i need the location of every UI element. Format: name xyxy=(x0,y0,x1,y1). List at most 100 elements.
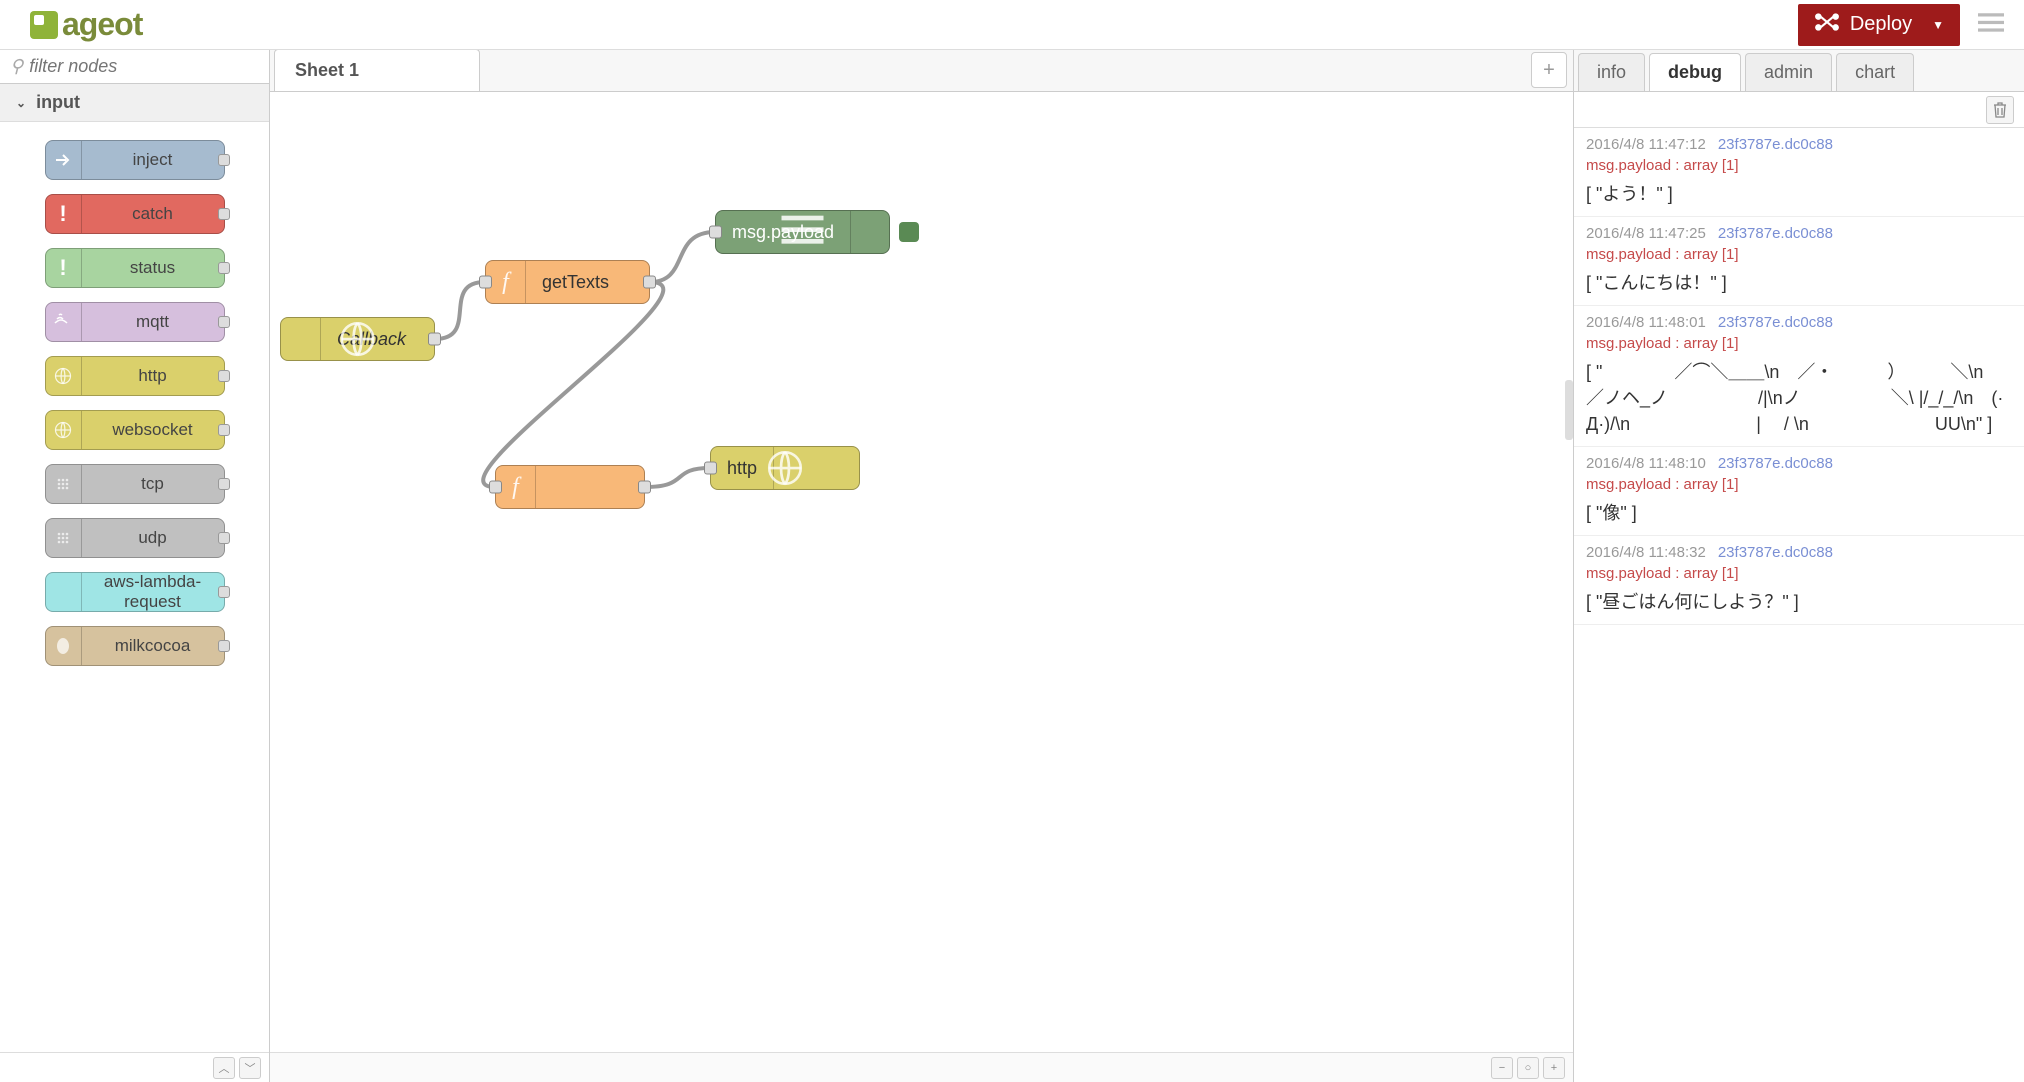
debug-message: 2016/4/8 11:48:0123f3787e.dc0c88msg.payl… xyxy=(1574,306,2024,447)
debug-message: 2016/4/8 11:47:1223f3787e.dc0c88msg.payl… xyxy=(1574,128,2024,217)
node-label: milkcocoa xyxy=(82,636,224,656)
logo-text: ageot xyxy=(62,6,142,43)
output-port xyxy=(218,532,230,544)
globe-icon xyxy=(773,447,813,489)
palette-node-mqtt[interactable]: mqtt xyxy=(45,302,225,342)
node-label: status xyxy=(82,258,224,278)
tab-admin[interactable]: admin xyxy=(1745,53,1832,91)
output-port[interactable] xyxy=(428,333,441,346)
node-label: websocket xyxy=(82,420,224,440)
category-label: input xyxy=(36,92,80,113)
input-port[interactable] xyxy=(479,276,492,289)
flow-node-gettexts[interactable]: f getTexts xyxy=(485,260,650,304)
palette-node-inject[interactable]: inject xyxy=(45,140,225,180)
node-label: udp xyxy=(82,528,224,548)
sidebar-resizer[interactable] xyxy=(1565,380,1573,440)
palette-node-http[interactable]: http xyxy=(45,356,225,396)
deploy-button[interactable]: Deploy ▼ xyxy=(1798,4,1960,46)
clear-debug-button[interactable] xyxy=(1986,96,2014,124)
debug-payload: [ "こんにちは！" ] xyxy=(1586,269,2012,295)
header: ageot Deploy ▼ xyxy=(0,0,2024,50)
debug-node-id[interactable]: 23f3787e.dc0c88 xyxy=(1718,136,1833,153)
debug-message: 2016/4/8 11:47:25 23f3787e.dc0c88 msg.payl… xyxy=(1574,217,2024,306)
node-label: getTexts xyxy=(526,272,625,293)
palette-node-catch[interactable]: !catch xyxy=(45,194,225,234)
tab-info[interactable]: info xyxy=(1578,53,1645,91)
globe-icon xyxy=(46,357,82,395)
input-port[interactable] xyxy=(709,226,722,239)
node-label: catch xyxy=(82,204,224,224)
palette-node-websocket[interactable]: websocket xyxy=(45,410,225,450)
add-tab-button[interactable]: + xyxy=(1531,52,1567,88)
output-port xyxy=(218,586,230,598)
debug-icon xyxy=(850,211,889,253)
collapse-up-button[interactable]: ︿ xyxy=(213,1057,235,1079)
function-icon: f xyxy=(496,466,536,508)
debug-timestamp: 2016/4/8 11:47:12 xyxy=(1586,136,1706,153)
debug-node-id[interactable]: 23f3787e.dc0c88 xyxy=(1718,455,1833,472)
debug-timestamp: 2016/4/8 11:48:10 xyxy=(1586,455,1706,472)
zoom-reset-button[interactable]: ○ xyxy=(1517,1057,1539,1079)
output-port[interactable] xyxy=(643,276,656,289)
palette-node-tcp[interactable]: tcp xyxy=(45,464,225,504)
bang-icon: ! xyxy=(46,195,82,233)
output-port xyxy=(218,208,230,220)
debug-node-id[interactable]: 23f3787e.dc0c88 xyxy=(1718,544,1833,561)
palette-node-milkcocoa[interactable]: milkcocoa xyxy=(45,626,225,666)
node-label: mqtt xyxy=(82,312,224,332)
palette-list: inject!catch!statusmqtthttpwebsockettcpu… xyxy=(0,122,269,1052)
zoom-out-button[interactable]: − xyxy=(1491,1057,1513,1079)
deploy-icon xyxy=(1814,12,1840,38)
search-icon: ⚲ xyxy=(10,56,23,77)
palette-category-input[interactable]: ⌄ input xyxy=(0,84,269,122)
output-port xyxy=(218,370,230,382)
palette-node-status[interactable]: !status xyxy=(45,248,225,288)
filter-box: ⚲ xyxy=(0,50,269,84)
debug-node-id[interactable]: 23f3787e.dc0c88 xyxy=(1718,314,1833,331)
debug-topic: msg.payload : array [1] xyxy=(1586,246,2012,263)
globe-icon xyxy=(46,411,82,449)
dots-icon xyxy=(46,519,82,557)
debug-payload: [ "よう！" ] xyxy=(1586,180,2012,206)
debug-payload: [ "昼ごはん何にしよう？" ] xyxy=(1586,588,2012,614)
input-port[interactable] xyxy=(489,481,502,494)
flow-node-debug[interactable]: msg.payload xyxy=(715,210,890,254)
globe-icon xyxy=(281,318,321,360)
node-label: http xyxy=(82,366,224,386)
sidebar-tabs: info debug admin chart xyxy=(1574,50,2024,92)
tab-chart[interactable]: chart xyxy=(1836,53,1914,91)
flow-node-callback[interactable]: Callback xyxy=(280,317,435,361)
wave-icon xyxy=(46,303,82,341)
debug-active-indicator[interactable] xyxy=(899,222,919,242)
arrow-icon xyxy=(46,141,82,179)
canvas[interactable]: Callback f getTexts msg.payload xyxy=(270,92,1573,1052)
flow-node-http[interactable]: http xyxy=(710,446,860,490)
filter-input[interactable] xyxy=(29,56,263,77)
expand-down-button[interactable]: ﹀ xyxy=(239,1057,261,1079)
function-icon: f xyxy=(486,261,526,303)
dots-icon xyxy=(46,465,82,503)
debug-timestamp: 2016/4/8 11:47:25 xyxy=(1586,225,1706,242)
bang-icon: ! xyxy=(46,249,82,287)
output-port xyxy=(218,262,230,274)
flow-node-function-2[interactable]: f xyxy=(495,465,645,509)
palette-node-udp[interactable]: udp xyxy=(45,518,225,558)
debug-timestamp: 2016/4/8 11:48:01 xyxy=(1586,314,1706,331)
zoom-in-button[interactable]: + xyxy=(1543,1057,1565,1079)
menu-button[interactable] xyxy=(1978,13,2004,36)
tab-debug[interactable]: debug xyxy=(1649,53,1741,91)
debug-node-id[interactable]: 23f3787e.dc0c88 xyxy=(1718,225,1833,242)
sidebar-toolbar xyxy=(1574,92,2024,128)
debug-messages: 2016/4/8 11:47:12 23f3787e.dc0c88 msg.payl… xyxy=(1574,128,2024,1082)
debug-message: 2016/4/8 11:48:3223f3787e.dc0c88msg.payl… xyxy=(1574,536,2024,625)
workspace: Sheet 1 + Callback xyxy=(270,50,1574,1082)
workspace-tabs: Sheet 1 + xyxy=(270,50,1573,92)
palette-footer: ︿ ﹀ xyxy=(0,1052,269,1082)
deploy-label: Deploy xyxy=(1850,13,1912,36)
input-port[interactable] xyxy=(704,462,717,475)
palette-node-aws-lambda-request[interactable]: aws-lambda-request xyxy=(45,572,225,612)
chevron-down-icon: ▼ xyxy=(1932,18,1944,32)
output-port xyxy=(218,640,230,652)
output-port[interactable] xyxy=(638,481,651,494)
tab-sheet-1[interactable]: Sheet 1 xyxy=(274,50,480,91)
